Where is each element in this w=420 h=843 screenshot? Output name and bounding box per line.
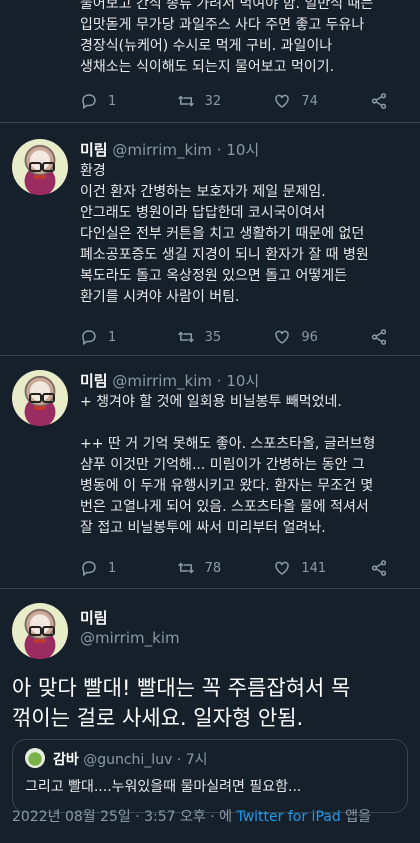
quote-header: 감바 @gunchi_luv · 7시 <box>53 749 208 769</box>
author-name[interactable]: 미림 <box>80 141 108 159</box>
heart-icon <box>275 561 290 575</box>
reply-count: 1 <box>108 560 117 576</box>
retweet-count: 32 <box>204 93 222 109</box>
like-count: 74 <box>301 93 318 109</box>
tweet-header: 미림 @mirrim_kim · 10시 <box>80 139 259 160</box>
main-tweet: 미림 @mirrim_kim 아 맞다 빨대! 빨대는 꼭 주름잡혀서 목 꺾이… <box>0 589 420 843</box>
reply-icon <box>82 561 96 577</box>
quote-avatar <box>25 748 45 768</box>
reply-button[interactable]: 1 <box>80 92 150 110</box>
tweet-actions: 1 78 141 <box>80 559 390 577</box>
retweet-button[interactable]: 32 <box>177 92 247 110</box>
tweet-source-link[interactable]: Twitter for iPad <box>236 809 340 825</box>
tweet-1[interactable]: 물어보고 간식 종류 가려서 먹여야 함. 일반식 때는 입맛돋게 무가당 과일… <box>0 0 420 123</box>
reply-icon <box>82 330 96 346</box>
tweet-time[interactable]: · 10시 <box>217 141 259 159</box>
author-handle[interactable]: @mirrim_kim <box>112 372 212 390</box>
reply-count: 1 <box>108 329 117 345</box>
like-count: 141 <box>301 560 327 576</box>
retweet-button[interactable]: 35 <box>177 328 247 346</box>
quote-author-handle: @gunchi_luv <box>83 752 173 768</box>
share-button[interactable] <box>370 92 390 110</box>
retweet-icon <box>177 562 194 574</box>
footer-suffix: 앱을 <box>340 809 371 825</box>
tweet-actions: 1 32 74 <box>80 92 390 110</box>
tweet-actions: 1 35 96 <box>80 328 390 346</box>
tweet-timestamp[interactable]: 2022년 08월 25일 · 3:57 오후 · 에 <box>12 809 236 825</box>
avatar[interactable] <box>12 603 68 659</box>
tweet-footer: 2022년 08월 25일 · 3:57 오후 · 에 Twitter for … <box>12 806 371 826</box>
like-count: 96 <box>301 329 318 345</box>
share-icon <box>371 93 387 109</box>
reply-count: 1 <box>108 93 117 109</box>
tweet-time[interactable]: · 10시 <box>217 372 259 390</box>
share-icon <box>371 329 387 345</box>
tweet-text: 물어보고 간식 종류 가려서 먹여야 함. 일반식 때는 입맛돋게 무가당 과일… <box>80 0 374 75</box>
retweet-button[interactable]: 78 <box>177 559 247 577</box>
author-name[interactable]: 미림 <box>80 372 108 390</box>
avatar[interactable] <box>12 139 68 195</box>
quote-text: 그리고 빨대....누워있을때 물마실려면 필요함... <box>25 779 302 795</box>
quote-time: · 7시 <box>176 752 208 768</box>
retweet-count: 78 <box>204 560 222 576</box>
author-name[interactable]: 미림 <box>80 607 108 628</box>
quote-author-name: 감바 <box>53 752 79 768</box>
like-button[interactable]: 141 <box>273 559 343 577</box>
reply-button[interactable]: 1 <box>80 328 150 346</box>
tweet-text: 환경 이건 환자 간병하는 보호자가 제일 문제임. 안그래도 병원이라 답답한… <box>80 163 369 305</box>
tweet-text: 아 맞다 빨대! 빨대는 꼭 주름잡혀서 목 꺾이는 걸로 사세요. 일자형 안… <box>12 676 351 730</box>
share-button[interactable] <box>370 559 390 577</box>
like-button[interactable]: 96 <box>273 328 343 346</box>
tweet-header: 미림 @mirrim_kim · 10시 <box>80 370 259 391</box>
tweet-3[interactable]: 미림 @mirrim_kim · 10시 + 챙겨야 할 것에 일회용 비닐봉투… <box>0 356 420 589</box>
heart-icon <box>275 330 290 344</box>
like-button[interactable]: 74 <box>273 92 343 110</box>
reply-icon <box>82 94 96 110</box>
retweet-icon <box>177 95 194 107</box>
retweet-icon <box>177 331 194 343</box>
share-button[interactable] <box>370 328 390 346</box>
tweet-text: + 챙겨야 할 것에 일회용 비닐봉투 빼먹었네. ++ 딴 거 기억 못해도 … <box>80 394 376 536</box>
author-handle[interactable]: @mirrim_kim <box>80 629 180 647</box>
tweet-2[interactable]: 미림 @mirrim_kim · 10시 환경 이건 환자 간병하는 보호자가 … <box>0 123 420 356</box>
share-icon <box>371 560 387 576</box>
reply-button[interactable]: 1 <box>80 559 150 577</box>
quoted-tweet[interactable]: 감바 @gunchi_luv · 7시 그리고 빨대....누워있을때 물마실려… <box>12 739 408 813</box>
retweet-count: 35 <box>204 329 222 345</box>
heart-icon <box>275 94 290 108</box>
avatar[interactable] <box>12 370 68 426</box>
author-handle[interactable]: @mirrim_kim <box>112 141 212 159</box>
